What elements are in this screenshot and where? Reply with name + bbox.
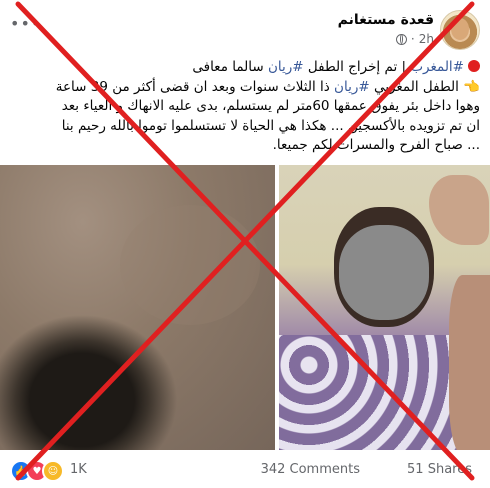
blanket: [279, 335, 459, 450]
globe-icon: [395, 33, 407, 45]
facebook-post: قعدة مستغانم 2h · ••• #المغرب | تم إخراج…: [0, 0, 490, 488]
post-line-1: #المغرب | تم إخراج الطفل #ريان سالما معا…: [10, 58, 480, 78]
hashtag-link[interactable]: #المغرب: [410, 59, 464, 75]
blurred-face: [339, 225, 429, 320]
comments-count[interactable]: 342 Comments: [261, 462, 360, 477]
post-line-2: 👈 الطفل المغربي #ريان ذا الثلاث سنوات وب…: [10, 78, 480, 98]
post-time[interactable]: 2h: [419, 32, 434, 46]
post-line-3: وهوا داخل بئر يفوق عمقها 60متر لم يستسلم…: [61, 98, 480, 114]
well-photo[interactable]: [0, 165, 275, 450]
post-line-5: ... صباح الفرح والمسرات لكم جميعا.: [272, 137, 480, 153]
post-meta: 2h ·: [395, 32, 434, 46]
reaction-icons[interactable]: 👍 ♥ ☺: [10, 460, 64, 482]
post-text: ذا الثلاث سنوات وبعد ان قضى أكثر من 39 س…: [55, 78, 335, 95]
reaction-count[interactable]: 1K: [70, 462, 87, 477]
more-options-icon[interactable]: •••: [10, 14, 41, 33]
hashtag-link[interactable]: #ريان: [268, 59, 304, 75]
arm: [449, 275, 490, 450]
author-name[interactable]: قعدة مستغانم: [338, 12, 434, 28]
dot-separator: ·: [410, 32, 415, 46]
post-header: قعدة مستغانم 2h · •••: [0, 8, 490, 54]
post-images[interactable]: [0, 165, 490, 450]
shares-count[interactable]: 51 Shares: [407, 462, 472, 477]
post-line-4: ان تم تزويده بالأكسجين ... هكذا هي الحيا…: [61, 117, 480, 134]
hand: [429, 175, 489, 245]
page-avatar[interactable]: [440, 10, 480, 50]
hashtag-link[interactable]: #ريان: [334, 79, 370, 95]
post-body: #المغرب | تم إخراج الطفل #ريان سالما معا…: [10, 58, 480, 156]
post-text: 👈 الطفل المغربي: [369, 78, 480, 95]
post-text: | تم إخراج الطفل: [303, 59, 411, 75]
child-photo[interactable]: [279, 165, 490, 450]
dirt-patch: [120, 205, 260, 325]
post-footer: 👍 ♥ ☺ 1K 342 Comments 51 Shares: [0, 458, 490, 482]
avatar-face: [451, 18, 469, 40]
red-circle-icon: [468, 60, 480, 72]
care-icon: ☺: [42, 460, 64, 482]
post-text: سالما معافى: [192, 59, 268, 75]
